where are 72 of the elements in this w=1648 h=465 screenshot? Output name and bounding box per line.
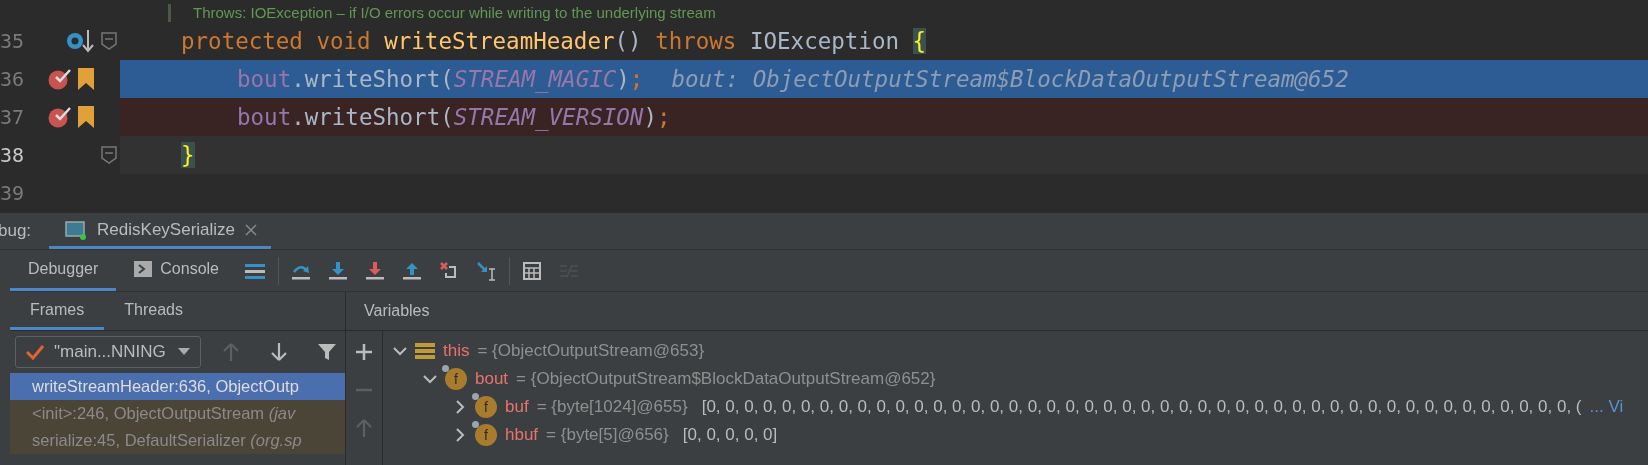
down-arrow-icon [270,342,287,362]
tree-toggle[interactable] [453,428,467,442]
check-icon [26,344,44,360]
code-token: ) [643,104,657,130]
code-token: ; [656,104,671,130]
code-token: writeStreamHeader [384,28,615,54]
code-token: .writeShort( [291,66,454,92]
stack-frame[interactable]: <init>:246, ObjectOutputStream (jav [10,400,345,427]
code-token: bout [237,66,292,92]
inline-value-hint: bout: ObjectOutputStream$BlockDataOutputStream@652 [671,66,1349,92]
panel-title: Variables [364,302,430,320]
variable-value: = {byte[5]@656} [546,425,669,445]
line-number: 35 [0,29,26,53]
stack-frame[interactable]: serialize:45, DefaultSerializer (org.sp [10,427,345,454]
code-token: bout [237,104,292,130]
code-token: throws [655,28,738,54]
tree-toggle[interactable] [393,344,407,358]
pane-tab[interactable]: Threads [104,292,203,330]
run-to-cursor-icon [476,260,497,281]
step-out-icon [402,260,423,281]
code-token: ) [616,66,630,92]
up-arrow-icon [222,342,239,362]
debug-tab[interactable]: Console [116,250,237,291]
close-icon[interactable] [245,223,258,236]
variable-value: = {ObjectOutputStream@653} [477,341,705,361]
field-icon: f [475,396,497,418]
field-icon: f [475,424,497,446]
tree-toggle[interactable] [423,372,437,386]
step-into-icon [328,260,349,281]
view-link[interactable]: ... Vi [1589,397,1624,417]
filter-icon [317,343,336,361]
code-token: IOException [749,28,900,54]
code-token: protected void [181,28,372,54]
field-icon: f [445,368,467,390]
chevron-down-icon [423,372,437,386]
chevron-right-icon [453,428,467,442]
variable-value: = {byte[1024]@655} [536,397,688,417]
line-number: 37 [0,105,26,129]
code-token: ; [629,66,644,92]
code-token: .writeShort( [291,104,454,130]
window-icon [65,219,88,240]
force-step-into-icon [365,260,386,281]
calculator-icon [523,261,542,280]
caret-icon [177,348,190,356]
variable-name: buf [505,397,529,417]
variable-value: = {ObjectOutputStream$BlockDataOutputStream@652} [516,369,936,389]
plus-icon [355,343,373,361]
minus-icon [355,388,373,392]
code-token: { [912,28,927,54]
chevron-right-icon [453,400,467,414]
tree-toggle[interactable] [453,400,467,414]
variable-name: hbuf [505,425,539,445]
code-token: () [614,28,643,54]
code-token: STREAM_MAGIC [453,66,617,92]
code-token: STREAM_VERSION [453,104,644,130]
layout-icon [245,262,266,279]
up-arrow-icon [356,418,372,438]
variable-name: this [443,341,470,361]
line-number: 36 [0,67,26,91]
console-icon [134,261,153,277]
line-number: 39 [0,181,26,205]
pane-tab[interactable]: Frames [10,292,105,330]
line-number: 38 [0,143,26,167]
variable-contents: [0, 0, 0, 0, 0] [682,425,778,445]
stack-frame[interactable]: writeStreamHeader:636, ObjectOutp [10,373,345,400]
chevron-down-icon [393,344,407,358]
code-token: } [181,142,195,168]
stack-icon [415,341,435,361]
doc-comment: Throws: IOException – if I/O errors occur while writing to the underlying stream [168,4,716,22]
thread-dropdown[interactable]: "main...NNING [15,336,201,368]
variable-contents: [0, 0, 0, 0, 0, 0, 0, 0, 0, 0, 0, 0, 0, 0, 0, 0, 0, 0, 0, 0, 0, 0, 0, 0, 0, 0, 0, 0, 0, 0, 0, 0, 0, 0, 0, 0, 0, 0, 0, 0, 0, 0, 0, 0, 0, 0, ( [701,397,1582,417]
variable-name: bout [475,369,509,389]
